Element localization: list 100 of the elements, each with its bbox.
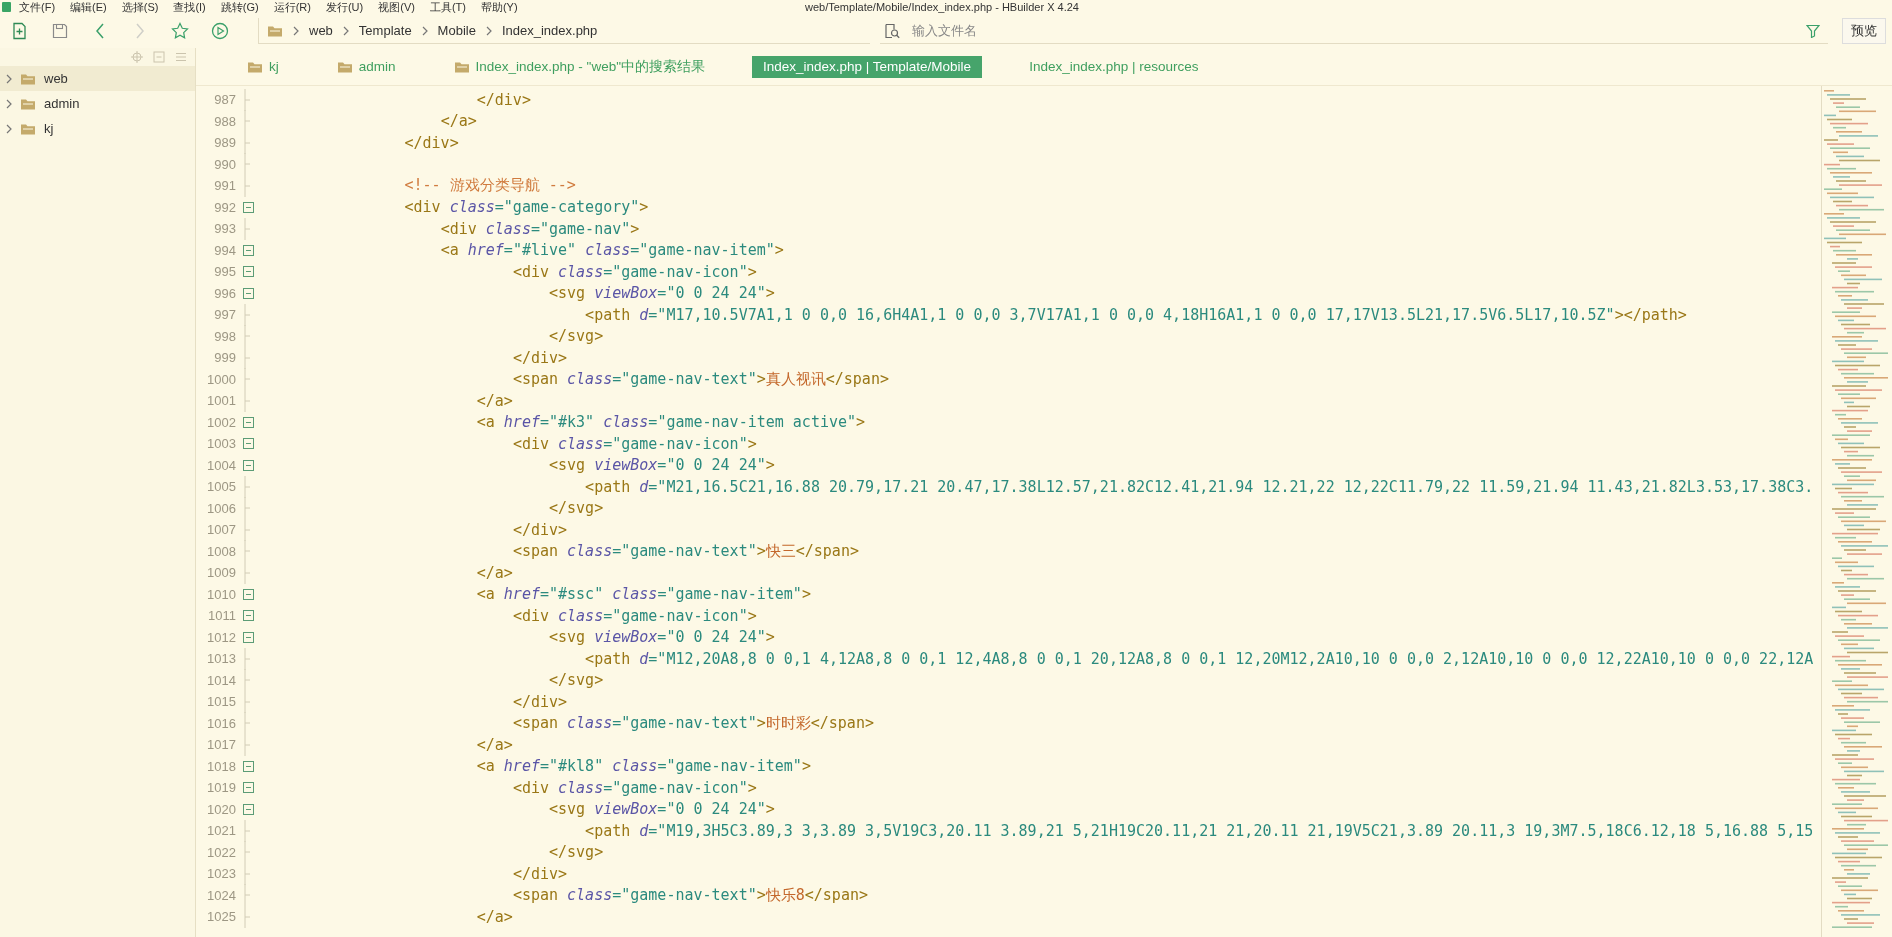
line-number: 990 [213,156,236,172]
fold-icon[interactable] [242,438,254,450]
chevron-icon [342,25,349,36]
fold-icon[interactable] [242,588,254,600]
line-number: 992 [213,199,236,215]
line-number: 998 [213,328,236,344]
breadcrumb-item[interactable]: Template [358,23,412,38]
line-number: 1025 [206,909,236,925]
star-icon[interactable] [171,22,189,40]
search-field[interactable]: 输入文件名 [910,22,1796,39]
fold-icon[interactable] [242,244,254,256]
line-number: 1022 [206,844,236,860]
code-line: </svg> [548,499,604,518]
preview-button[interactable]: 预览 [1842,18,1886,44]
code-line: </div> [511,864,568,883]
line-number: 1001 [206,393,236,409]
line-number: 1006 [206,500,236,516]
tree-item[interactable]: kj [0,116,195,141]
menu-item[interactable]: 选择(S) [121,0,159,14]
code-line: <div class="game-nav-icon"> [511,262,757,281]
line-number: 1005 [206,479,236,495]
tree-item[interactable]: admin [0,91,195,116]
code-line: <path d="M21,16.5C21,16.88 20.79,17.21 20.47,17.38L12.57,21.82C12.41,21.94 12.21,22 12,22C11.79,22 11.59,21.94 11.43,21.82L3.53,17.38C3. [584,477,1814,496]
line-number: 987 [213,92,236,108]
line-number: 994 [213,242,236,258]
fold-icon[interactable] [242,803,254,815]
menu-icon[interactable] [175,51,187,63]
app-logo-icon [2,2,11,12]
code-line: </div> [511,692,568,711]
line-number: 1021 [206,823,236,839]
fold-icon[interactable] [242,266,254,278]
line-number: 1018 [206,758,236,774]
fold-icon[interactable] [242,760,254,772]
fold-icon[interactable] [242,287,254,299]
folder-icon [336,60,353,73]
breadcrumb-item[interactable]: web [309,23,333,38]
locate-icon[interactable] [131,51,143,63]
fold-icon[interactable] [242,782,254,794]
save-icon[interactable] [52,23,68,39]
tree-item[interactable]: web [0,66,195,91]
line-number: 1011 [207,608,236,624]
line-number: 1008 [206,543,236,559]
code-line: <div class="game-nav"> [439,219,640,238]
line-number: 1014 [206,672,236,688]
line-number: 989 [213,135,236,151]
menu-item[interactable]: 视图(V) [378,0,415,14]
line-number: 991 [213,178,236,194]
code-line: </svg> [548,671,604,690]
menu-item[interactable]: 编辑(E) [70,0,107,14]
code-line: </svg> [548,327,604,346]
line-number: 1020 [206,801,236,817]
new-file-icon[interactable] [11,22,29,40]
chevron-icon [485,25,492,36]
chevron-icon [6,98,12,109]
breadcrumb-item[interactable]: Index_index.php [501,23,598,38]
line-number: 1015 [206,694,236,710]
code-line: <a href="#kl8" class="game-nav-item"> [475,757,811,776]
menu-item[interactable]: 发行(U) [325,0,364,14]
code-line: </div> [475,90,531,109]
line-number: 1010 [206,586,236,602]
fold-icon[interactable] [242,459,254,471]
fold-icon[interactable] [242,631,254,643]
menu-item[interactable]: 运行(R) [273,0,311,14]
code-line: <div class="game-nav-icon"> [511,778,757,797]
window-title: web/Template/Mobile/Index_index.php - HBuilder X 4.24 [805,0,1079,14]
code-line: <span class="game-nav-text">快乐8</span> [511,885,868,905]
code-line: </a> [439,112,477,131]
folder-icon [267,24,283,37]
back-icon[interactable] [95,23,105,39]
line-number: 1016 [206,715,236,731]
line-number: 1007 [206,522,236,538]
fold-icon[interactable] [242,416,254,428]
code-line: <svg viewBox="0 0 24 24"> [548,800,775,819]
line-number: 1024 [206,887,236,903]
code-line: </div> [403,133,459,152]
menu-item[interactable]: 工具(T) [429,0,466,14]
menu-item[interactable]: 跳转(G) [220,0,259,14]
code-line: <div class="game-category"> [403,198,649,217]
run-icon[interactable] [211,22,229,40]
line-number: 1017 [206,737,236,753]
code-line: <a href="#ssc" class="game-nav-item"> [475,585,811,604]
code-line: <svg viewBox="0 0 24 24"> [548,284,775,303]
code-line: <path d="M17,10.5V7A1,1 0 0,0 16,6H4A1,1 0 0,0 3,7V17A1,1 0 0,0 4,18H16A1,1 0 0,0 17,17V13.5L21,17.5V6.5L17,10.5Z"></path> [584,305,1687,324]
menu-item[interactable]: 文件(F) [19,0,56,14]
line-number: 1023 [206,866,236,882]
folder-icon [247,60,263,73]
fold-icon[interactable] [242,201,254,213]
fold-icon[interactable] [242,610,254,622]
menu-item[interactable]: 帮助(Y) [480,0,518,14]
code-line: <svg viewBox="0 0 24 24"> [548,628,775,647]
breadcrumb-item[interactable]: Mobile [437,23,476,38]
menu-item[interactable]: 查找(I) [173,0,206,14]
line-number: 1019 [206,780,236,796]
line-number: 1002 [206,414,236,430]
line-number: 988 [213,113,236,129]
code-line: <svg viewBox="0 0 24 24"> [548,456,775,475]
filter-icon[interactable] [1806,23,1820,38]
chevron-icon [6,73,12,84]
line-number: 1009 [206,565,236,581]
folder-icon [20,97,36,110]
